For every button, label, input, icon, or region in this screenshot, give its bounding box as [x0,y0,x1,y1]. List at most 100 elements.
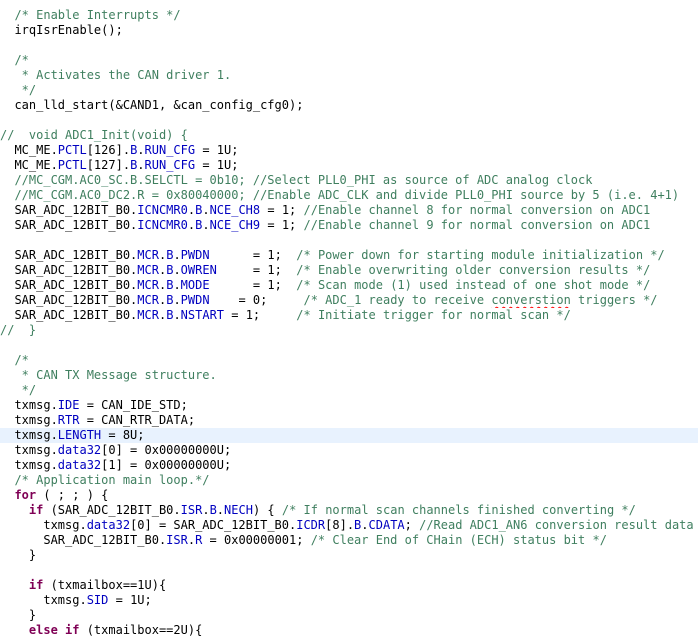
code-token: txmsg. [0,428,58,442]
code-token: txmsg. [0,593,87,607]
code-token: SAR_ADC_12BIT_B0. [0,308,138,322]
code-line[interactable]: } [0,608,698,623]
code-token: = 1; [260,218,304,232]
code-token: txmsg. [0,458,58,472]
code-line[interactable]: txmsg.data32[0] = 0x00000000U; [0,443,698,458]
code-token: . [202,503,210,517]
code-line[interactable]: SAR_ADC_12BIT_B0.ICNCMR0.B.NCE_CH8 = 1; … [0,203,698,218]
code-line[interactable]: // void ADC1_Init(void) { [0,128,698,143]
code-token: irqIsrEnable(); [0,23,123,37]
code-line[interactable]: } [0,548,698,563]
code-token: . [137,143,145,157]
field-token: NSTART [180,308,225,322]
field-token: data32 [57,443,102,457]
field-token: data32 [57,458,102,472]
code-line[interactable]: //MC_CGM.AC0_DC2.R = 0x80040000; //Enabl… [0,188,698,203]
code-token: . [173,278,181,292]
code-line[interactable]: txmsg.SID = 1U; [0,593,698,608]
code-token: . [187,203,196,217]
field-token: OWREN [180,263,217,277]
code-token: SAR_ADC_12BIT_B0. [0,218,138,232]
code-token: . [187,218,196,232]
code-token: = 8U; [101,428,145,442]
code-line[interactable]: * CAN TX Message structure. [0,368,698,383]
comment-token: //Enable channel 9 for normal conversion… [303,218,651,232]
code-token: = CAN_IDE_STD; [79,398,188,412]
code-line[interactable]: irqIsrEnable(); [0,23,698,38]
comment-token: * Activates the CAN driver 1. [0,68,232,82]
code-editor[interactable]: /* Enable Interrupts */ irqIsrEnable(); … [0,0,698,637]
field-token: PCTL [57,143,87,157]
keyword-token: if [28,503,44,517]
keyword-token: if [28,578,44,592]
code-line[interactable]: if (SAR_ADC_12BIT_B0.ISR.B.NECH) { /* If… [0,503,698,518]
comment-token: */ [0,83,37,97]
field-token: PCTL [57,158,87,172]
code-token: (txmailbox==2U){ [79,623,203,637]
field-token: MODE [180,278,210,292]
comment-token: /* If normal scan channels finished conv… [281,503,636,517]
code-line[interactable]: txmsg.data32[0] = SAR_ADC_12BIT_B0.ICDR[… [0,518,698,533]
code-line[interactable]: * Activates the CAN driver 1. [0,68,698,83]
code-token: = 1; [209,248,297,262]
code-token: [126]. [86,143,131,157]
code-token: . [173,293,181,307]
code-token: (SAR_ADC_12BIT_B0. [43,503,181,517]
code-line[interactable]: SAR_ADC_12BIT_B0.ICNCMR0.B.NCE_CH9 = 1; … [0,218,698,233]
code-line[interactable]: //MC_CGM.AC0_SC.B.SELCTL = 0b10; //Selec… [0,173,698,188]
code-line[interactable]: /* Application main loop.*/ [0,473,698,488]
code-line[interactable]: */ [0,383,698,398]
code-token: ) { [252,503,282,517]
code-token: . [137,158,145,172]
code-line[interactable]: else if (txmailbox==2U){ [0,623,698,638]
code-line[interactable]: txmsg.LENGTH = 8U; [0,428,698,443]
code-line[interactable]: /* [0,53,698,68]
code-line[interactable]: MC_ME.PCTL[127].B.RUN_CFG = 1U; [0,158,698,173]
code-line[interactable]: SAR_ADC_12BIT_B0.MCR.B.MODE = 1; /* Scan… [0,278,698,293]
comment-token: //Read ADC1_AN6 conversion result data [419,518,694,532]
code-line[interactable]: // } [0,323,698,338]
code-token: SAR_ADC_12BIT_B0. [0,278,138,292]
code-line[interactable]: can_lld_start(&CAND1, &can_config_cfg0); [0,98,698,113]
comment-token: * CAN TX Message structure. [0,368,217,382]
field-token: ICDR [296,518,326,532]
code-line[interactable]: for ( ; ; ) { [0,488,698,503]
code-token: txmsg. [0,443,58,457]
comment-token: /* Application main loop.*/ [0,473,210,487]
code-token: . [187,533,196,547]
code-line[interactable]: SAR_ADC_12BIT_B0.ISR.R = 0x00000001; /* … [0,533,698,548]
code-token: . [216,503,225,517]
code-line[interactable]: txmsg.RTR = CAN_RTR_DATA; [0,413,698,428]
code-line[interactable]: /* [0,353,698,368]
comment-token: //MC_CGM.AC0_SC.B.SELCTL = 0b10; //Selec… [0,173,593,187]
code-line[interactable]: /* Enable Interrupts */ [0,8,698,23]
code-token: [127]. [86,158,131,172]
code-line[interactable]: MC_ME.PCTL[126].B.RUN_CFG = 1U; [0,143,698,158]
code-token: SAR_ADC_12BIT_B0. [0,248,138,262]
code-token: txmsg. [0,413,58,427]
code-line[interactable]: SAR_ADC_12BIT_B0.MCR.B.OWREN = 1; /* Ena… [0,263,698,278]
code-token: . [202,218,210,232]
comment-token: /* Clear End of CHain (ECH) status bit *… [310,533,607,547]
code-line[interactable]: txmsg.IDE = CAN_IDE_STD; [0,398,698,413]
field-token: IDE [57,398,80,412]
code-line[interactable]: */ [0,83,698,98]
comment-token: converstion [491,293,571,307]
code-token: . [202,203,210,217]
code-line[interactable]: SAR_ADC_12BIT_B0.MCR.B.NSTART = 1; /* In… [0,308,698,323]
keyword-token: else if [0,623,80,637]
code-line[interactable]: txmsg.data32[1] = 0x00000000U; [0,458,698,473]
comment-token: /* [0,353,29,367]
code-line[interactable]: if (txmailbox==1U){ [0,578,698,593]
field-token: RTR [57,413,80,427]
field-token: LENGTH [57,428,102,442]
code-line[interactable]: SAR_ADC_12BIT_B0.MCR.B.PWDN = 0; /* ADC_… [0,293,698,308]
code-token: . [361,518,369,532]
field-token: ICNCMR0 [137,203,188,217]
field-token: NCE_CH8 [209,203,261,217]
code-token: . [173,263,181,277]
field-token: ISR [180,503,203,517]
code-line[interactable]: SAR_ADC_12BIT_B0.MCR.B.PWDN = 1; /* Powe… [0,248,698,263]
comment-token: // } [0,323,37,337]
